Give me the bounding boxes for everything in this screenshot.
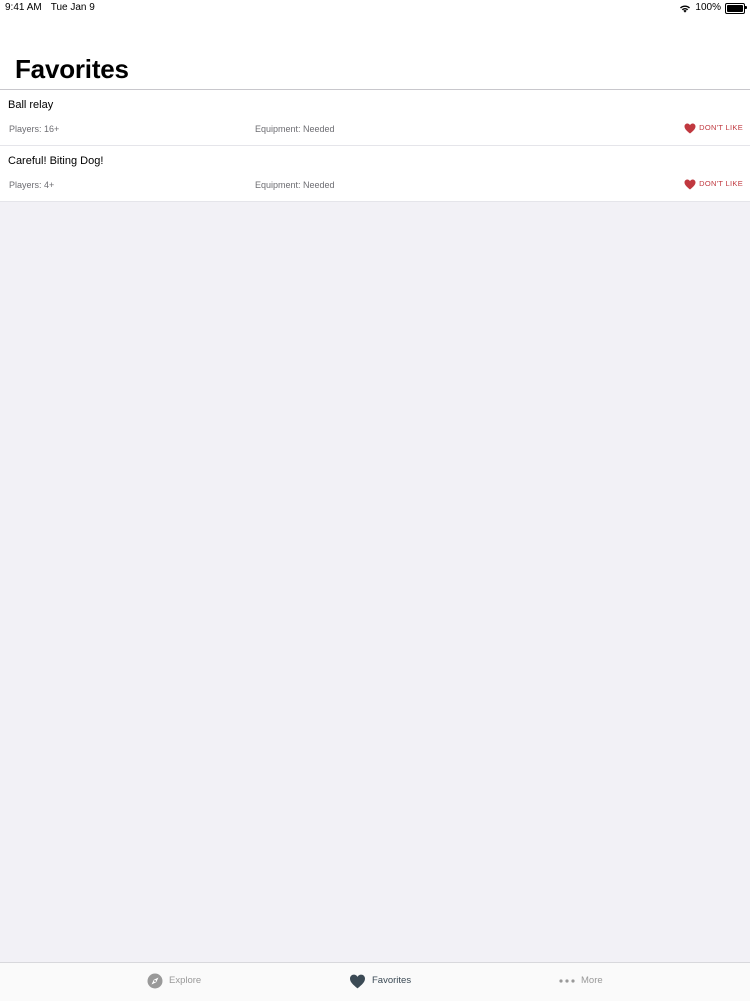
item-title: Careful! Biting Dog! [8, 155, 104, 167]
tab-favorites-label: Favorites [372, 975, 412, 986]
tab-bar: Explore Favorites More [0, 962, 750, 1001]
item-players: Players: 4+ [9, 180, 55, 190]
dont-like-label: DON'T LIKE [699, 179, 743, 188]
favorites-list: Ball relay Players: 16+ Equipment: Neede… [0, 90, 750, 202]
battery-fill [727, 4, 743, 12]
tab-explore[interactable]: Explore [147, 973, 201, 989]
page-title: Favorites [15, 54, 129, 84]
dont-like-button[interactable]: DON'T LIKE [684, 178, 743, 190]
tab-explore-label: Explore [169, 975, 202, 986]
compass-icon [147, 973, 163, 989]
navigation-header: Favorites [0, 16, 750, 90]
tab-more[interactable]: More [559, 973, 603, 989]
heart-icon [350, 974, 365, 988]
list-item[interactable]: Careful! Biting Dog! Players: 4+ Equipme… [0, 146, 750, 202]
status-time: 9:41 AM [5, 2, 42, 13]
more-dots-icon [559, 979, 575, 983]
item-title: Ball relay [8, 99, 54, 111]
status-right: 100% [679, 0, 747, 16]
tab-favorites[interactable]: Favorites [349, 973, 411, 989]
item-equipment: Equipment: Needed [255, 180, 335, 190]
tab-more-label: More [581, 975, 603, 986]
status-bar: 9:41 AM Tue Jan 9 100% [0, 0, 750, 16]
dont-like-button[interactable]: DON'T LIKE [684, 122, 743, 134]
dont-like-label: DON'T LIKE [699, 123, 743, 132]
heart-icon [684, 179, 696, 189]
item-players: Players: 16+ [9, 124, 60, 134]
list-item[interactable]: Ball relay Players: 16+ Equipment: Neede… [0, 90, 750, 146]
heart-icon [684, 123, 696, 133]
battery-percent: 100% [695, 2, 721, 13]
wifi-icon [680, 4, 691, 13]
status-date: Tue Jan 9 [50, 2, 95, 13]
status-left: 9:41 AM Tue Jan 9 [5, 0, 104, 16]
battery-icon [725, 2, 747, 14]
item-equipment: Equipment: Needed [255, 124, 335, 134]
